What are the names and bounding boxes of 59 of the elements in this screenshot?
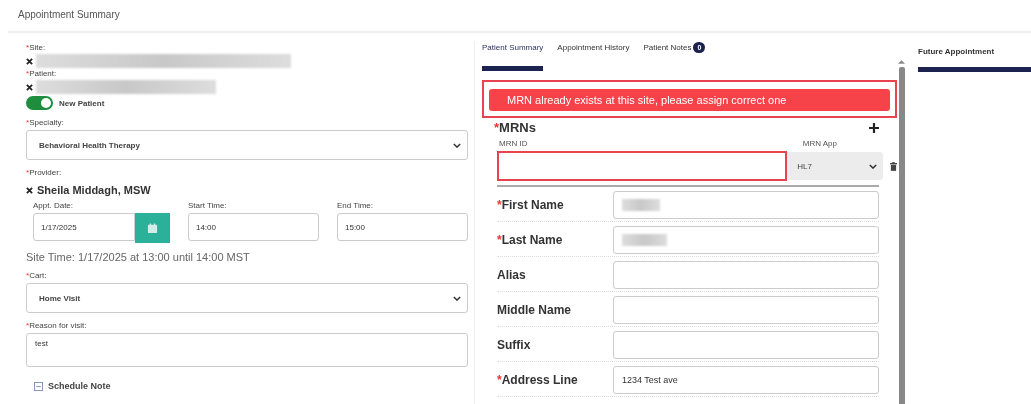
time-field[interactable]: 14:00 xyxy=(187,213,319,241)
field-label: Appt. Date: xyxy=(33,201,75,211)
toggle-switch[interactable] xyxy=(26,96,53,110)
required-mark: * xyxy=(497,198,502,212)
text-field[interactable]: 1234 Test ave xyxy=(613,366,879,394)
tab[interactable]: Appointment History xyxy=(557,41,630,71)
cart-select[interactable]: Home Visit xyxy=(26,283,468,313)
column-label: MRN App xyxy=(802,139,837,148)
error-alert: MRN already exists at this site, please assign correct one xyxy=(489,89,890,111)
required-mark: * xyxy=(497,233,502,247)
field-label: Cart: xyxy=(29,271,47,280)
field-label: Middle Name xyxy=(497,303,571,317)
text-field[interactable] xyxy=(613,331,879,359)
required-mark: * xyxy=(497,373,502,387)
close-icon[interactable] xyxy=(26,83,33,91)
calendar-icon xyxy=(146,222,158,234)
site-time-text: Site Time: 1/17/2025 at 13:00 until 14:00 MST xyxy=(26,251,251,263)
tab[interactable]: Patient Summary xyxy=(482,41,544,71)
reason-textarea[interactable]: test xyxy=(26,333,468,367)
field-label: Reason for visit: xyxy=(29,321,87,330)
field-label: Patient: xyxy=(29,69,57,78)
page-title: Appointment Summary xyxy=(17,8,121,22)
field-label: End Time: xyxy=(337,201,374,211)
field-label: First Name xyxy=(501,198,564,212)
text-field[interactable] xyxy=(613,226,879,254)
field-label: Last Name xyxy=(501,233,563,247)
provider-name: Sheila Middagh, MSW xyxy=(37,184,151,196)
field-label: Specialty: xyxy=(29,118,64,127)
toggle-label: New Patient xyxy=(59,98,105,108)
section-label: Schedule Note xyxy=(48,381,111,391)
field-label: Site: xyxy=(29,43,46,52)
scroll-up-icon[interactable] xyxy=(898,59,905,64)
trash-icon[interactable] xyxy=(890,161,897,171)
field-label: Suffix xyxy=(497,338,531,352)
panel-title: Future Appointment xyxy=(918,47,996,56)
chevron-icon xyxy=(453,295,461,301)
required-mark: * xyxy=(26,321,30,330)
required-mark: * xyxy=(494,120,500,135)
mrn-app-select[interactable]: HL7 xyxy=(787,152,883,180)
section-title: MRNs xyxy=(499,120,536,135)
field-label: Address Line xyxy=(501,373,578,387)
close-icon[interactable] xyxy=(26,57,33,65)
field-label: Provider: xyxy=(29,168,62,177)
specialty-select[interactable]: Behavioral Health Therapy xyxy=(26,130,468,160)
calendar-button[interactable] xyxy=(134,213,170,243)
field-label: Start Time: xyxy=(187,201,228,211)
text-field[interactable] xyxy=(613,296,879,324)
column-label: MRN ID xyxy=(499,139,528,148)
time-field[interactable]: 15:00 xyxy=(337,213,468,241)
chevron-icon xyxy=(453,142,461,148)
close-icon[interactable] xyxy=(26,186,33,194)
field-label: Alias xyxy=(497,268,526,282)
chevron-icon xyxy=(869,163,877,169)
add-icon[interactable] xyxy=(869,122,879,133)
mrn-id-field[interactable] xyxy=(497,151,788,181)
collapse-icon[interactable] xyxy=(34,381,43,391)
date-field[interactable]: 1/17/2025 xyxy=(33,213,135,241)
text-field[interactable] xyxy=(613,261,879,289)
text-field[interactable] xyxy=(613,191,879,219)
